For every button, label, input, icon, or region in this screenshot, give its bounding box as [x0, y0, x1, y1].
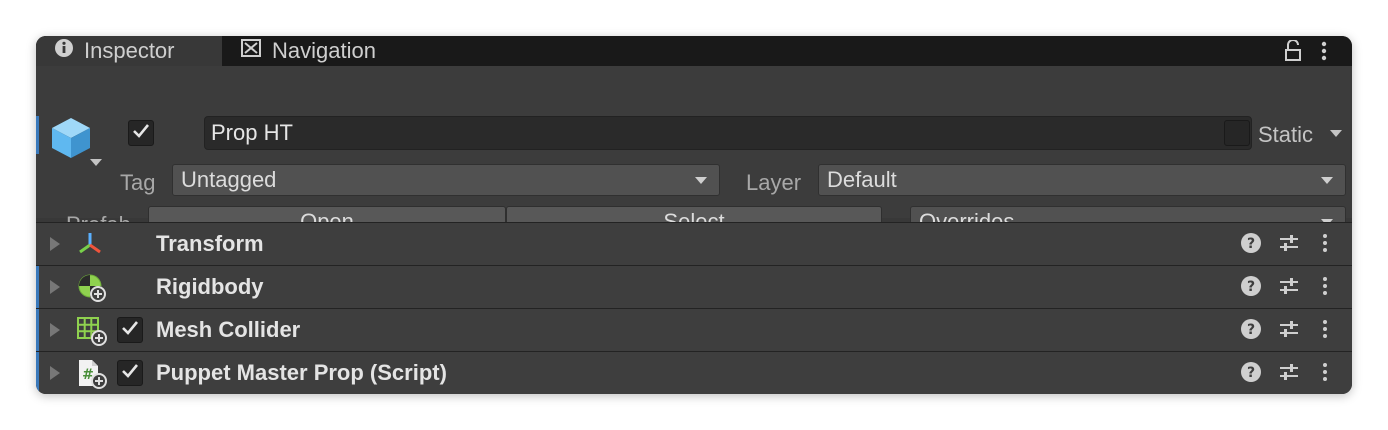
kebab-icon[interactable] — [1322, 275, 1328, 302]
foldout-arrow-icon[interactable] — [50, 323, 60, 337]
chevron-down-icon — [695, 177, 707, 184]
component-title: Mesh Collider — [156, 317, 301, 342]
component-puppet-master-prop-script[interactable]: # Puppet Master Prop (Script) ? — [36, 351, 1352, 394]
layer-label: Layer — [746, 170, 802, 195]
help-icon[interactable]: ? — [1240, 232, 1262, 259]
chevron-down-icon — [1321, 177, 1333, 184]
help-icon[interactable]: ? — [1240, 318, 1262, 345]
info-icon — [54, 38, 84, 64]
preset-sliders-icon[interactable] — [1278, 361, 1300, 388]
icon-dropdown-arrow[interactable] — [90, 159, 102, 166]
selection-accent — [36, 309, 39, 352]
checkmark-icon — [121, 320, 139, 341]
tab-label: Inspector — [84, 38, 175, 63]
help-icon[interactable]: ? — [1240, 361, 1262, 388]
svg-text:?: ? — [1247, 322, 1255, 338]
foldout-arrow-icon[interactable] — [50, 280, 60, 294]
svg-text:?: ? — [1247, 365, 1255, 381]
component-enabled-checkbox[interactable] — [117, 360, 143, 386]
component-mesh-collider[interactable]: Mesh Collider ? — [36, 308, 1352, 352]
tab-navigation[interactable]: Navigation — [240, 36, 376, 66]
foldout-arrow-icon[interactable] — [50, 237, 60, 251]
kebab-icon[interactable] — [1322, 232, 1328, 259]
tab-label: Navigation — [272, 38, 376, 63]
static-label[interactable]: Static — [1258, 122, 1313, 148]
help-icon[interactable]: ? — [1240, 275, 1262, 302]
component-title: Puppet Master Prop (Script) — [156, 360, 447, 385]
selection-accent — [36, 352, 39, 394]
navigation-icon — [240, 38, 272, 64]
static-checkbox[interactable] — [1224, 120, 1250, 146]
rigidbody-icon — [76, 273, 108, 308]
checkmark-icon — [121, 363, 139, 384]
static-dropdown-arrow[interactable] — [1330, 130, 1342, 137]
tag-label: Tag — [120, 170, 156, 195]
component-title: Rigidbody — [156, 274, 264, 299]
cube-icon[interactable] — [50, 116, 92, 165]
gameobject-name-input[interactable]: Prop HT — [204, 116, 1252, 150]
transform-icon — [76, 230, 104, 263]
tab-inspector[interactable]: Inspector — [36, 36, 222, 66]
tag-value: Untagged — [181, 167, 277, 192]
component-transform[interactable]: Transform ? — [36, 222, 1352, 265]
preset-sliders-icon[interactable] — [1278, 318, 1300, 345]
layer-value: Default — [827, 167, 897, 192]
selection-accent — [36, 266, 39, 309]
component-rigidbody[interactable]: Rigidbody ? — [36, 265, 1352, 309]
tag-dropdown[interactable]: Untagged — [172, 164, 720, 196]
tab-bar: Inspector Navigation — [36, 36, 1352, 66]
gameobject-header: Prop HT Static Tag Untagged Layer Defaul… — [36, 66, 1352, 238]
layer-dropdown[interactable]: Default — [818, 164, 1346, 196]
svg-text:?: ? — [1247, 236, 1255, 252]
kebab-icon[interactable] — [1322, 361, 1328, 388]
lock-icon[interactable] — [1284, 36, 1302, 66]
svg-text:?: ? — [1247, 279, 1255, 295]
checkmark-icon — [132, 123, 150, 144]
foldout-arrow-icon[interactable] — [50, 366, 60, 380]
kebab-icon[interactable] — [1322, 318, 1328, 345]
script-icon: # — [76, 359, 108, 394]
preset-sliders-icon[interactable] — [1278, 275, 1300, 302]
preset-sliders-icon[interactable] — [1278, 232, 1300, 259]
selection-accent — [36, 116, 39, 154]
component-enabled-checkbox[interactable] — [117, 317, 143, 343]
component-title: Transform — [156, 231, 264, 256]
kebab-icon[interactable] — [1320, 36, 1328, 66]
mesh-collider-icon — [76, 316, 108, 351]
active-checkbox[interactable] — [128, 120, 154, 146]
inspector-window: Inspector Navigation Prop HT Static Tag … — [36, 36, 1352, 394]
